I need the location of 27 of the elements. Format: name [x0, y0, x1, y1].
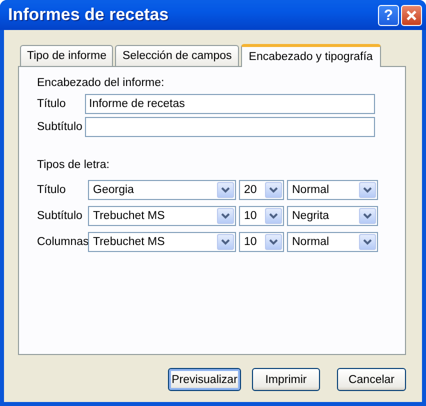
dropdown-field[interactable]: Normal — [287, 232, 378, 252]
dropdown-field[interactable]: 20 — [239, 180, 284, 200]
section-heading: Encabezado del informe: — [37, 77, 166, 91]
dropdown-field[interactable]: Normal — [287, 180, 378, 200]
help-button[interactable]: ? — [378, 4, 399, 26]
close-button[interactable] — [401, 4, 422, 26]
dropdown-field[interactable]: 10 — [239, 206, 284, 226]
input-field[interactable]: Informe de recetas — [85, 94, 375, 114]
dropdown-field[interactable]: Georgia — [88, 180, 236, 200]
dialog-button[interactable]: Imprimir — [252, 368, 320, 391]
window-title: Informes de recetas — [8, 5, 170, 25]
dropdown-field[interactable]: Negrita — [287, 206, 378, 226]
dialog-button[interactable]: Cancelar — [337, 368, 406, 391]
section-heading: Tipos de letra: — [37, 159, 110, 173]
tab[interactable]: Selección de campos — [115, 45, 239, 66]
tab[interactable]: Encabezado y tipografía — [240, 44, 381, 67]
field-label: Subtítulo — [37, 121, 84, 133]
tab[interactable]: Tipo de informe — [20, 45, 114, 66]
dropdown-field[interactable]: Trebuchet MS — [88, 232, 236, 252]
close-icon — [406, 10, 417, 20]
input-field[interactable] — [85, 117, 375, 137]
dropdown-field[interactable]: 10 — [239, 232, 284, 252]
field-label: Título — [37, 184, 67, 196]
field-label: Subtítulo — [37, 210, 84, 222]
dropdown-field[interactable]: Trebuchet MS — [88, 206, 236, 226]
field-label: Título — [37, 98, 67, 110]
dialog-button[interactable]: Previsualizar — [168, 368, 241, 391]
